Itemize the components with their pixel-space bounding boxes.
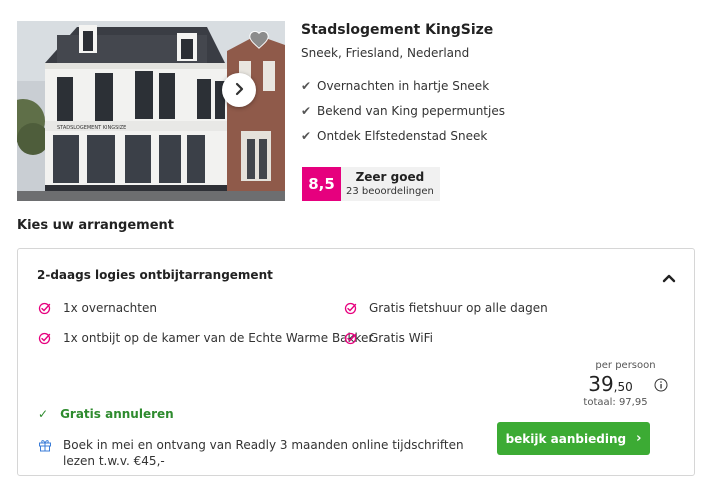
price-box: per persoon 39,50 totaal: 97,95 [548, 359, 673, 410]
rating-score: 8,5 [302, 167, 341, 201]
view-offer-button[interactable]: bekijk aanbieding › [497, 422, 650, 455]
hotel-photo-image: STADSLOGEMENT KINGSIZE [17, 21, 285, 201]
usp-item: ✔ Bekend van King pepermuntjes [301, 98, 701, 123]
inclusion-text: 1x overnachten [63, 301, 157, 315]
free-cancel: ✓ Gratis annuleren [38, 407, 174, 421]
free-cancel-text: Gratis annuleren [60, 407, 174, 421]
view-offer-label: bekijk aanbieding [505, 431, 627, 446]
promo-text: Boek in mei en ontvang van Readly 3 maan… [63, 438, 464, 468]
hotel-info: Stadslogement KingSize Sneek, Friesland,… [301, 20, 701, 148]
check-circle-icon [344, 332, 357, 345]
hotel-name[interactable]: Stadslogement KingSize [301, 20, 701, 40]
hotel-photo[interactable]: STADSLOGEMENT KINGSIZE [17, 21, 285, 201]
inclusion-item: Gratis WiFi [344, 331, 433, 345]
hotel-location: Sneek, Friesland, Nederland [301, 46, 470, 60]
usp-list: ✔ Overnachten in hartje Sneek ✔ Bekend van… [301, 73, 701, 148]
chevron-right-icon: › [636, 431, 642, 446]
gift-icon [38, 437, 63, 469]
inclusion-item: 1x ontbijt op de kamer van de Echte Warm… [38, 331, 373, 345]
check-icon: ✓ [38, 407, 49, 421]
usp-item: ✔ Overnachten in hartje Sneek [301, 73, 701, 98]
usp-text: Ontdek Elfstedenstad Sneek [317, 128, 488, 143]
arrangement-title[interactable]: 2-daags logies ontbijtarrangement [37, 268, 273, 282]
price-main: 39 [588, 372, 614, 396]
price-cents: ,50 [613, 380, 633, 394]
heart-icon[interactable] [248, 29, 270, 51]
chevron-right-icon [232, 81, 246, 100]
inclusion-text: Gratis WiFi [369, 331, 433, 345]
chevron-up-icon[interactable] [662, 269, 676, 283]
inclusion-item: Gratis fietshuur op alle dagen [344, 301, 548, 315]
check-icon: ✔ [301, 78, 312, 93]
check-circle-icon [38, 302, 51, 315]
usp-text: Overnachten in hartje Sneek [317, 78, 490, 93]
check-circle-icon [344, 302, 357, 315]
photo-next-button[interactable] [222, 73, 256, 107]
inclusion-item: 1x overnachten [38, 301, 157, 315]
inclusion-text: 1x ontbijt op de kamer van de Echte Warm… [63, 331, 374, 345]
check-icon: ✔ [301, 128, 312, 143]
check-icon: ✔ [301, 103, 312, 118]
rating-count: 23 beoordelingen [346, 186, 434, 197]
section-title: Kies uw arrangement [17, 218, 174, 233]
rating-label: Zeer goed [355, 170, 425, 184]
info-icon[interactable] [654, 375, 668, 392]
check-circle-icon [38, 332, 51, 345]
usp-text: Bekend van King pepermuntjes [317, 103, 505, 118]
facade-sign: STADSLOGEMENT KINGSIZE [57, 125, 126, 131]
arrangement-card: 2-daags logies ontbijtarrangement 1x ove… [17, 248, 695, 476]
total-price: totaal: 97,95 [583, 397, 648, 408]
price: 39,50 [548, 372, 673, 396]
usp-item: ✔ Ontdek Elfstedenstad Sneek [301, 123, 701, 148]
promo: Boek in mei en ontvang van Readly 3 maan… [38, 437, 478, 469]
rating-text: Zeer goed 23 beoordelingen [341, 167, 440, 201]
per-person-label: per persoon [595, 360, 656, 371]
rating-badge[interactable]: 8,5 Zeer goed 23 beoordelingen [302, 167, 440, 201]
inclusion-text: Gratis fietshuur op alle dagen [369, 301, 548, 315]
